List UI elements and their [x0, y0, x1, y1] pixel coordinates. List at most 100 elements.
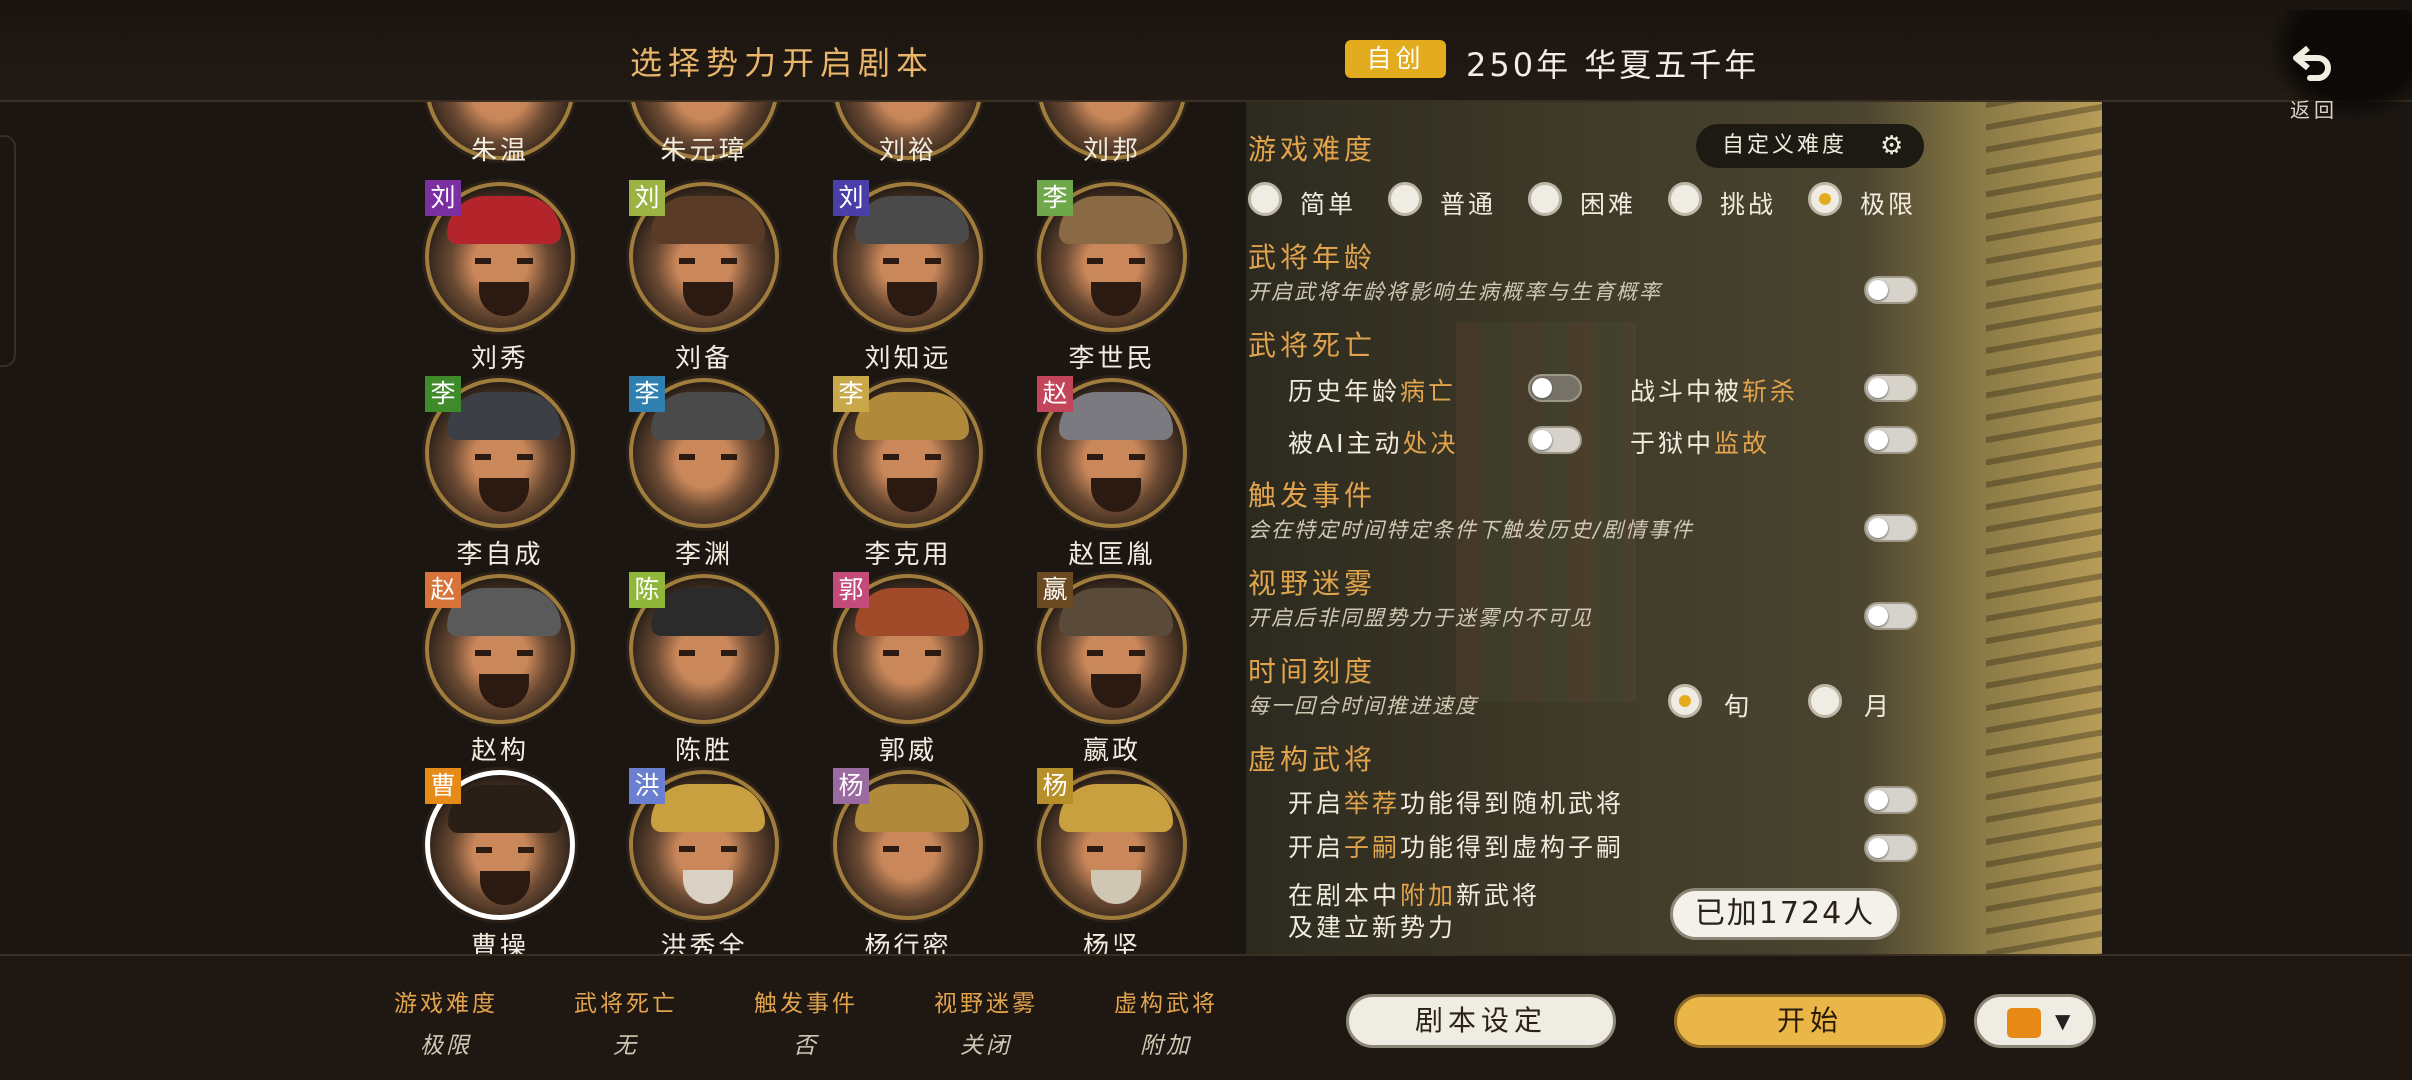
difficulty-label: 极限 — [1860, 190, 1917, 219]
character-name: 朱元璋 — [660, 136, 748, 166]
character-name: 刘秀 — [470, 344, 529, 374]
difficulty-radio-challenge[interactable] — [1668, 182, 1702, 216]
surname-badge: 李 — [1037, 180, 1073, 216]
summary-value: 附加 — [1140, 1033, 1192, 1059]
scenario-year: 250年 华夏五千年 — [1466, 46, 1760, 84]
age-toggle[interactable] — [1864, 276, 1918, 304]
label-highlight: 监故 — [1714, 429, 1771, 458]
character-card[interactable]: 杨 杨行密 — [808, 768, 1008, 954]
surname-badge: 曹 — [425, 768, 461, 804]
side-drawer-tab[interactable] — [0, 135, 16, 367]
label-part: 在剧本中 — [1288, 881, 1401, 910]
death-execute-toggle[interactable] — [1528, 426, 1582, 454]
fictional-add-label-2: 及建立新势力 — [1288, 913, 1457, 942]
time-title: 时间刻度 — [1248, 655, 1377, 688]
surname-badge: 郭 — [833, 572, 869, 608]
difficulty-label: 简单 — [1300, 190, 1357, 219]
character-card[interactable]: 李 李渊 — [604, 376, 804, 571]
difficulty-radio-easy[interactable] — [1248, 182, 1282, 216]
difficulty-radio-extreme[interactable] — [1808, 182, 1842, 216]
label-part: 功能得到虚构子嗣 — [1400, 833, 1625, 862]
fictional-recommend-toggle[interactable] — [1864, 786, 1918, 814]
character-name: 李渊 — [674, 540, 733, 570]
character-card[interactable]: 刘 刘秀 — [400, 180, 600, 375]
character-card[interactable]: 刘 刘备 — [604, 180, 804, 375]
label-highlight: 斩杀 — [1742, 377, 1799, 406]
summary-events: 触发事件 否 — [736, 984, 876, 1060]
fictional-heir-toggle[interactable] — [1864, 834, 1918, 862]
time-desc: 每一回合时间推进速度 — [1248, 694, 1478, 718]
label-highlight: 处决 — [1402, 429, 1459, 458]
character-name: 李世民 — [1068, 344, 1156, 374]
label-part: 功能得到随机武将 — [1400, 789, 1625, 818]
summary-value: 无 — [613, 1033, 639, 1059]
age-title: 武将年龄 — [1248, 241, 1377, 274]
character-card-selected[interactable]: 曹 曹操 — [400, 768, 600, 954]
time-radio-xun[interactable] — [1668, 684, 1702, 718]
character-name: 李自成 — [456, 540, 544, 570]
surname-badge: 刘 — [425, 180, 461, 216]
character-card[interactable]: 杨 杨坚 — [1012, 768, 1212, 954]
label-part: 开启 — [1288, 789, 1345, 818]
character-card[interactable]: 刘 刘知远 — [808, 180, 1008, 375]
character-card[interactable]: 洪 洪秀全 — [604, 768, 804, 954]
death-prison-toggle[interactable] — [1864, 426, 1918, 454]
surname-badge: 刘 — [629, 180, 665, 216]
character-name: 嬴政 — [1082, 736, 1141, 766]
character-card[interactable]: 赵 赵构 — [400, 572, 600, 767]
time-label: 月 — [1864, 692, 1893, 721]
surname-badge: 李 — [629, 376, 665, 412]
death-natural-toggle[interactable] — [1528, 374, 1582, 402]
surname-badge: 李 — [425, 376, 461, 412]
back-button[interactable]: 返回 — [2270, 10, 2412, 122]
character-card[interactable]: 嬴 嬴政 — [1012, 572, 1212, 767]
time-label: 旬 — [1724, 692, 1753, 721]
summary-fog: 视野迷雾 关闭 — [916, 984, 1056, 1060]
added-generals-button[interactable]: 已加1724人 — [1670, 888, 1900, 940]
character-name: 郭威 — [878, 736, 937, 766]
death-execute-label: 被AI主动处决 — [1288, 424, 1459, 460]
difficulty-label: 挑战 — [1720, 190, 1777, 219]
death-battle-toggle[interactable] — [1864, 374, 1918, 402]
surname-badge: 洪 — [629, 768, 665, 804]
surname-badge: 陈 — [629, 572, 665, 608]
difficulty-radio-normal[interactable] — [1388, 182, 1422, 216]
summary-key: 触发事件 — [754, 991, 858, 1017]
events-toggle[interactable] — [1864, 514, 1918, 542]
character-card[interactable]: 郭 郭威 — [808, 572, 1008, 767]
character-card[interactable]: 李 李克用 — [808, 376, 1008, 571]
summary-value: 极限 — [420, 1033, 472, 1059]
fictional-heir-label: 开启子嗣功能得到虚构子嗣 — [1288, 828, 1624, 864]
label-part: 新武将 — [1456, 881, 1541, 910]
summary-key: 虚构武将 — [1114, 991, 1218, 1017]
color-swatch — [2007, 1008, 2041, 1038]
bottom-bar: 游戏难度 极限 武将死亡 无 触发事件 否 视野迷雾 关闭 虚构武将 附加 剧本… — [0, 954, 2412, 1080]
surname-badge: 嬴 — [1037, 572, 1073, 608]
start-button[interactable]: 开始 — [1674, 994, 1946, 1048]
character-name: 赵匡胤 — [1068, 540, 1156, 570]
script-settings-button[interactable]: 剧本设定 — [1346, 994, 1616, 1048]
custom-difficulty-button[interactable]: 自定义难度 ⚙ — [1696, 124, 1924, 168]
difficulty-radio-hard[interactable] — [1528, 182, 1562, 216]
summary-key: 游戏难度 — [394, 991, 498, 1017]
label-part: 战斗中被 — [1630, 377, 1743, 406]
time-radio-month[interactable] — [1808, 684, 1842, 718]
summary-fictional: 虚构武将 附加 — [1096, 984, 1236, 1060]
character-card[interactable]: 李 李自成 — [400, 376, 600, 571]
fog-toggle[interactable] — [1864, 602, 1918, 630]
death-prison-label: 于狱中监故 — [1630, 424, 1770, 460]
fog-title: 视野迷雾 — [1248, 567, 1377, 600]
character-name: 刘裕 — [878, 136, 937, 166]
back-label: 返回 — [2290, 98, 2338, 122]
caret-down-icon: ▼ — [2055, 1009, 2076, 1033]
fictional-recommend-label: 开启举荐功能得到随机武将 — [1288, 784, 1624, 820]
character-card[interactable]: 李 李世民 — [1012, 180, 1212, 375]
gear-icon: ⚙ — [1880, 131, 1907, 161]
faction-color-dropdown[interactable]: ▼ — [1974, 994, 2096, 1048]
character-name: 赵构 — [470, 736, 529, 766]
character-card[interactable]: 赵 赵匡胤 — [1012, 376, 1212, 571]
character-card[interactable]: 陈 陈胜 — [604, 572, 804, 767]
label-highlight: 附加 — [1400, 881, 1457, 910]
summary-death: 武将死亡 无 — [556, 984, 696, 1060]
summary-difficulty: 游戏难度 极限 — [376, 984, 516, 1060]
